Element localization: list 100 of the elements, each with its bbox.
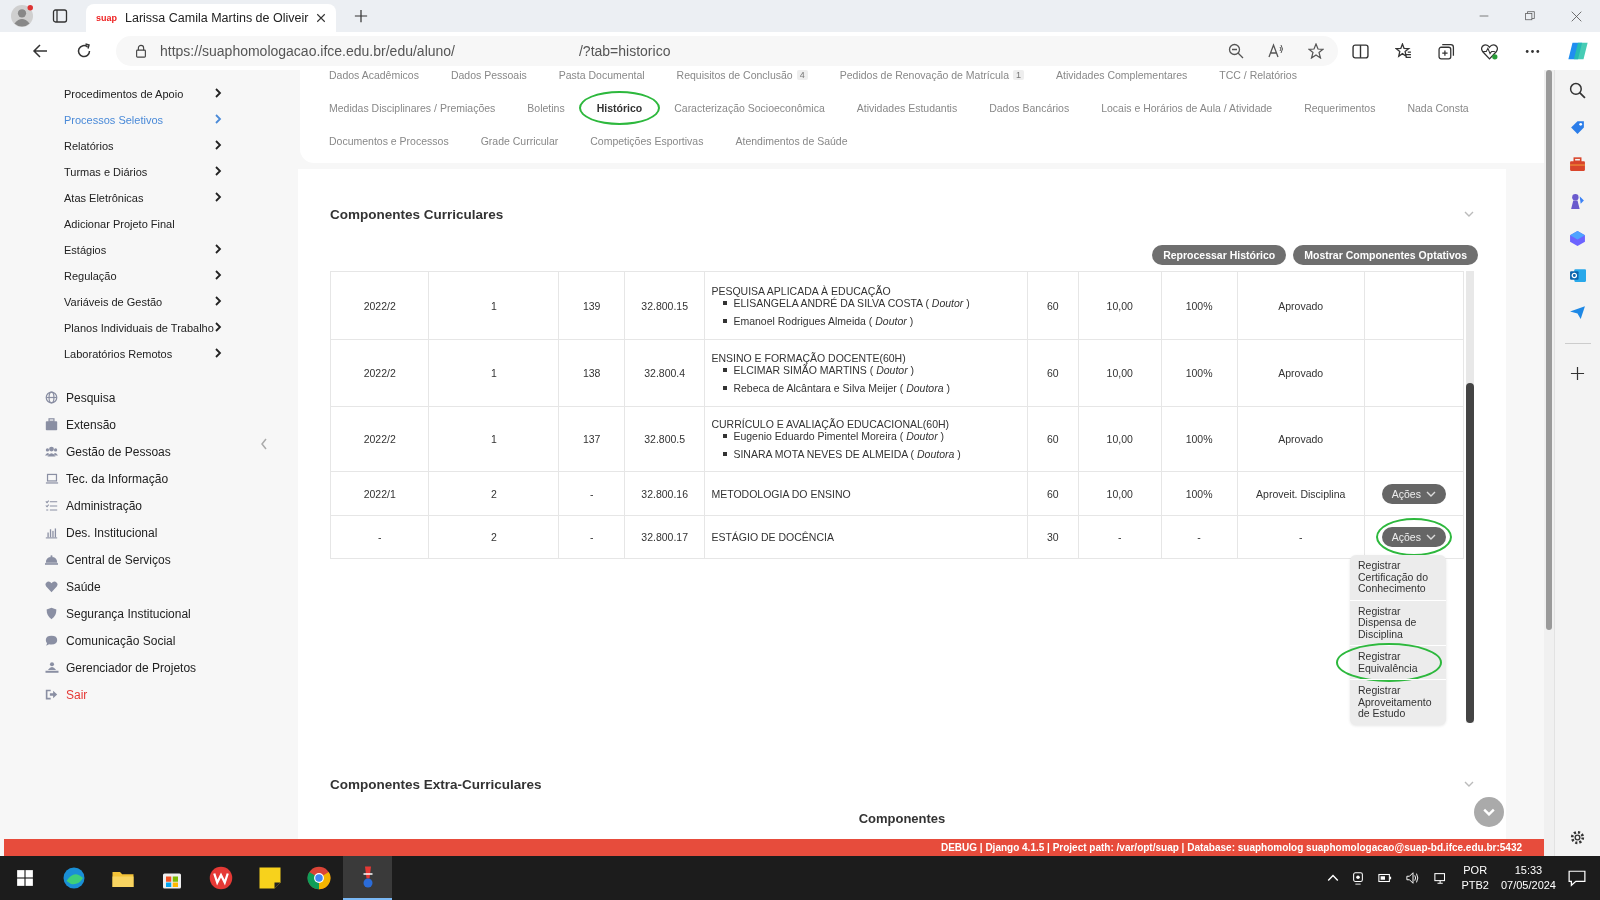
back-icon[interactable] bbox=[32, 43, 48, 59]
menu-item[interactable]: Processos Seletivos bbox=[64, 114, 214, 127]
menu-item[interactable]: Atas Eletrônicas bbox=[64, 192, 214, 205]
tab[interactable]: Histórico bbox=[580, 95, 659, 120]
tab[interactable]: Atividades Complementares bbox=[1040, 70, 1204, 87]
clock-time[interactable]: 15:33 bbox=[1514, 863, 1543, 878]
tab[interactable]: Locais e Horários de Aula / Atividade bbox=[1085, 95, 1289, 120]
collections-icon[interactable] bbox=[1438, 42, 1455, 60]
menu-item[interactable]: Gerenciador de Projetos bbox=[66, 660, 197, 675]
menu-item[interactable]: Tec. da Informação bbox=[66, 471, 169, 486]
scrollbar[interactable] bbox=[1466, 271, 1474, 723]
settings-icon[interactable] bbox=[1569, 829, 1586, 846]
chevron-right-icon[interactable] bbox=[214, 322, 222, 332]
tab[interactable]: Dados Bancários bbox=[973, 95, 1086, 120]
menu-item[interactable]: Sair bbox=[66, 687, 88, 702]
search-icon[interactable] bbox=[1569, 82, 1586, 99]
chevron-right-icon[interactable] bbox=[214, 166, 222, 176]
chevron-down-icon[interactable] bbox=[1425, 534, 1436, 540]
menu-item[interactable]: Laboratórios Remotos bbox=[64, 348, 214, 361]
tab[interactable]: Boletins bbox=[511, 95, 581, 120]
new-tab-icon[interactable] bbox=[354, 9, 369, 23]
send-icon[interactable] bbox=[1569, 304, 1586, 321]
tab[interactable]: Medidas Disciplinares / Premiações bbox=[313, 95, 512, 120]
restore-icon[interactable] bbox=[1525, 11, 1535, 21]
notification-icon[interactable] bbox=[1568, 869, 1586, 887]
chevron-right-icon[interactable] bbox=[214, 270, 222, 280]
split-screen-icon[interactable] bbox=[1352, 42, 1369, 60]
menu-item[interactable]: Pesquisa bbox=[66, 390, 116, 405]
menu-item[interactable]: Procedimentos de Apoio bbox=[64, 88, 214, 101]
menu-item[interactable]: Registrar Certificação do Conhecimento bbox=[1357, 560, 1438, 595]
menu-item[interactable]: Adicionar Projeto Final bbox=[64, 218, 222, 231]
tab[interactable]: Requisitos de Conclusão 4 bbox=[660, 70, 824, 87]
chevron-down-icon[interactable] bbox=[1425, 490, 1436, 497]
action-button[interactable]: Reprocessar Histórico bbox=[1152, 245, 1287, 265]
menu-item[interactable]: Segurança Institucional bbox=[66, 606, 191, 621]
scrollbar[interactable] bbox=[1544, 70, 1554, 856]
keyboard-layout[interactable]: PTB2 bbox=[1461, 878, 1489, 893]
menu-item[interactable]: Extensão bbox=[66, 417, 117, 432]
copilot-icon[interactable] bbox=[1567, 40, 1589, 62]
chevron-right-icon[interactable] bbox=[214, 140, 222, 150]
favorites-icon[interactable] bbox=[1395, 42, 1412, 60]
star-icon[interactable] bbox=[1308, 43, 1324, 59]
tab[interactable]: Dados Pessoais bbox=[434, 70, 543, 87]
tab[interactable]: TCC / Relatórios bbox=[1203, 70, 1313, 87]
tab[interactable]: Nada Consta bbox=[1391, 95, 1485, 120]
menu-item[interactable]: Des. Institucional bbox=[66, 525, 158, 540]
tag-icon[interactable] bbox=[1569, 119, 1586, 136]
windows-icon[interactable] bbox=[15, 869, 34, 887]
chess-icon[interactable] bbox=[1569, 193, 1586, 210]
tab[interactable]: Grade Curricular bbox=[464, 128, 575, 153]
menu-item[interactable]: Registrar Equivalência bbox=[1357, 651, 1438, 674]
close-icon[interactable] bbox=[316, 13, 327, 23]
tab[interactable]: Atividades Estudantis bbox=[840, 95, 974, 120]
chevron-right-icon[interactable] bbox=[214, 244, 222, 254]
menu-item[interactable]: Planos Individuais de Trabalho bbox=[64, 322, 214, 335]
tab[interactable]: Pasta Documental bbox=[542, 70, 661, 87]
address-bar[interactable]: https://suaphomologacao.ifce.edu.br/edu/aluno/ /?tab=historico bbox=[116, 36, 1338, 66]
heartbeat-icon[interactable] bbox=[1481, 42, 1498, 60]
menu-item[interactable]: Comunicação Social bbox=[66, 633, 176, 648]
mail-icon[interactable] bbox=[1569, 267, 1586, 284]
tab[interactable]: Requerimentos bbox=[1288, 95, 1392, 120]
menu-item[interactable]: Saúde bbox=[66, 579, 101, 594]
tab[interactable]: Documentos e Processos bbox=[313, 128, 465, 153]
menu-item[interactable]: Turmas e Diários bbox=[64, 166, 214, 179]
menu-item[interactable]: Gestão de Pessoas bbox=[66, 444, 171, 459]
chevron-right-icon[interactable] bbox=[214, 192, 222, 202]
tab[interactable]: Dados Acadêmicos bbox=[313, 70, 435, 87]
heart-icon bbox=[45, 580, 58, 593]
chevron-right-icon[interactable] bbox=[214, 88, 222, 98]
menu-item[interactable]: Central de Serviços bbox=[66, 552, 171, 567]
menu-item[interactable]: Relatórios bbox=[64, 140, 214, 153]
menu-item[interactable]: Regulação bbox=[64, 270, 214, 283]
profile-icon[interactable] bbox=[11, 5, 33, 27]
tab[interactable]: Competições Esportivas bbox=[574, 128, 720, 153]
read-aloud-icon[interactable] bbox=[1268, 43, 1284, 59]
reload-icon[interactable] bbox=[76, 43, 92, 59]
actions-button[interactable]: Ações bbox=[1381, 483, 1446, 504]
chevron-right-icon[interactable] bbox=[214, 348, 222, 358]
cube-icon[interactable] bbox=[1569, 230, 1586, 247]
webcam-icon[interactable] bbox=[1351, 871, 1366, 885]
tab[interactable]: Pedidos de Renovação de Matrícula 1 bbox=[823, 70, 1041, 87]
battery-icon[interactable] bbox=[1377, 871, 1394, 885]
action-button[interactable]: Mostrar Componentes Optativos bbox=[1293, 245, 1478, 265]
language-indicator[interactable]: POR bbox=[1463, 863, 1488, 878]
briefcase-icon[interactable] bbox=[1569, 156, 1586, 173]
menu-item[interactable]: Administração bbox=[66, 498, 143, 513]
menu-item[interactable]: Registrar Dispensa de Disciplina bbox=[1357, 605, 1438, 640]
clock-date[interactable]: 07/05/2024 bbox=[1500, 878, 1556, 893]
actions-button[interactable]: Ações bbox=[1381, 527, 1446, 547]
menu-item[interactable]: Registrar Aproveitamento de Estudo bbox=[1357, 685, 1438, 720]
menu-item[interactable]: Estágios bbox=[64, 244, 214, 257]
chevron-up-icon[interactable] bbox=[1327, 874, 1340, 882]
tab[interactable]: Atendimentos de Saúde bbox=[719, 128, 864, 153]
browser-tab[interactable]: suap Larissa Camila Martins de Oliveir bbox=[86, 4, 337, 32]
menu-item[interactable]: Variáveis de Gestão bbox=[64, 296, 214, 309]
zoom-out-icon[interactable] bbox=[1228, 43, 1244, 59]
add-icon[interactable] bbox=[1570, 366, 1585, 381]
chevron-right-icon[interactable] bbox=[214, 296, 222, 306]
tab[interactable]: Caracterização Socioeconômica bbox=[658, 95, 841, 120]
tab-actions-icon[interactable] bbox=[52, 8, 68, 24]
